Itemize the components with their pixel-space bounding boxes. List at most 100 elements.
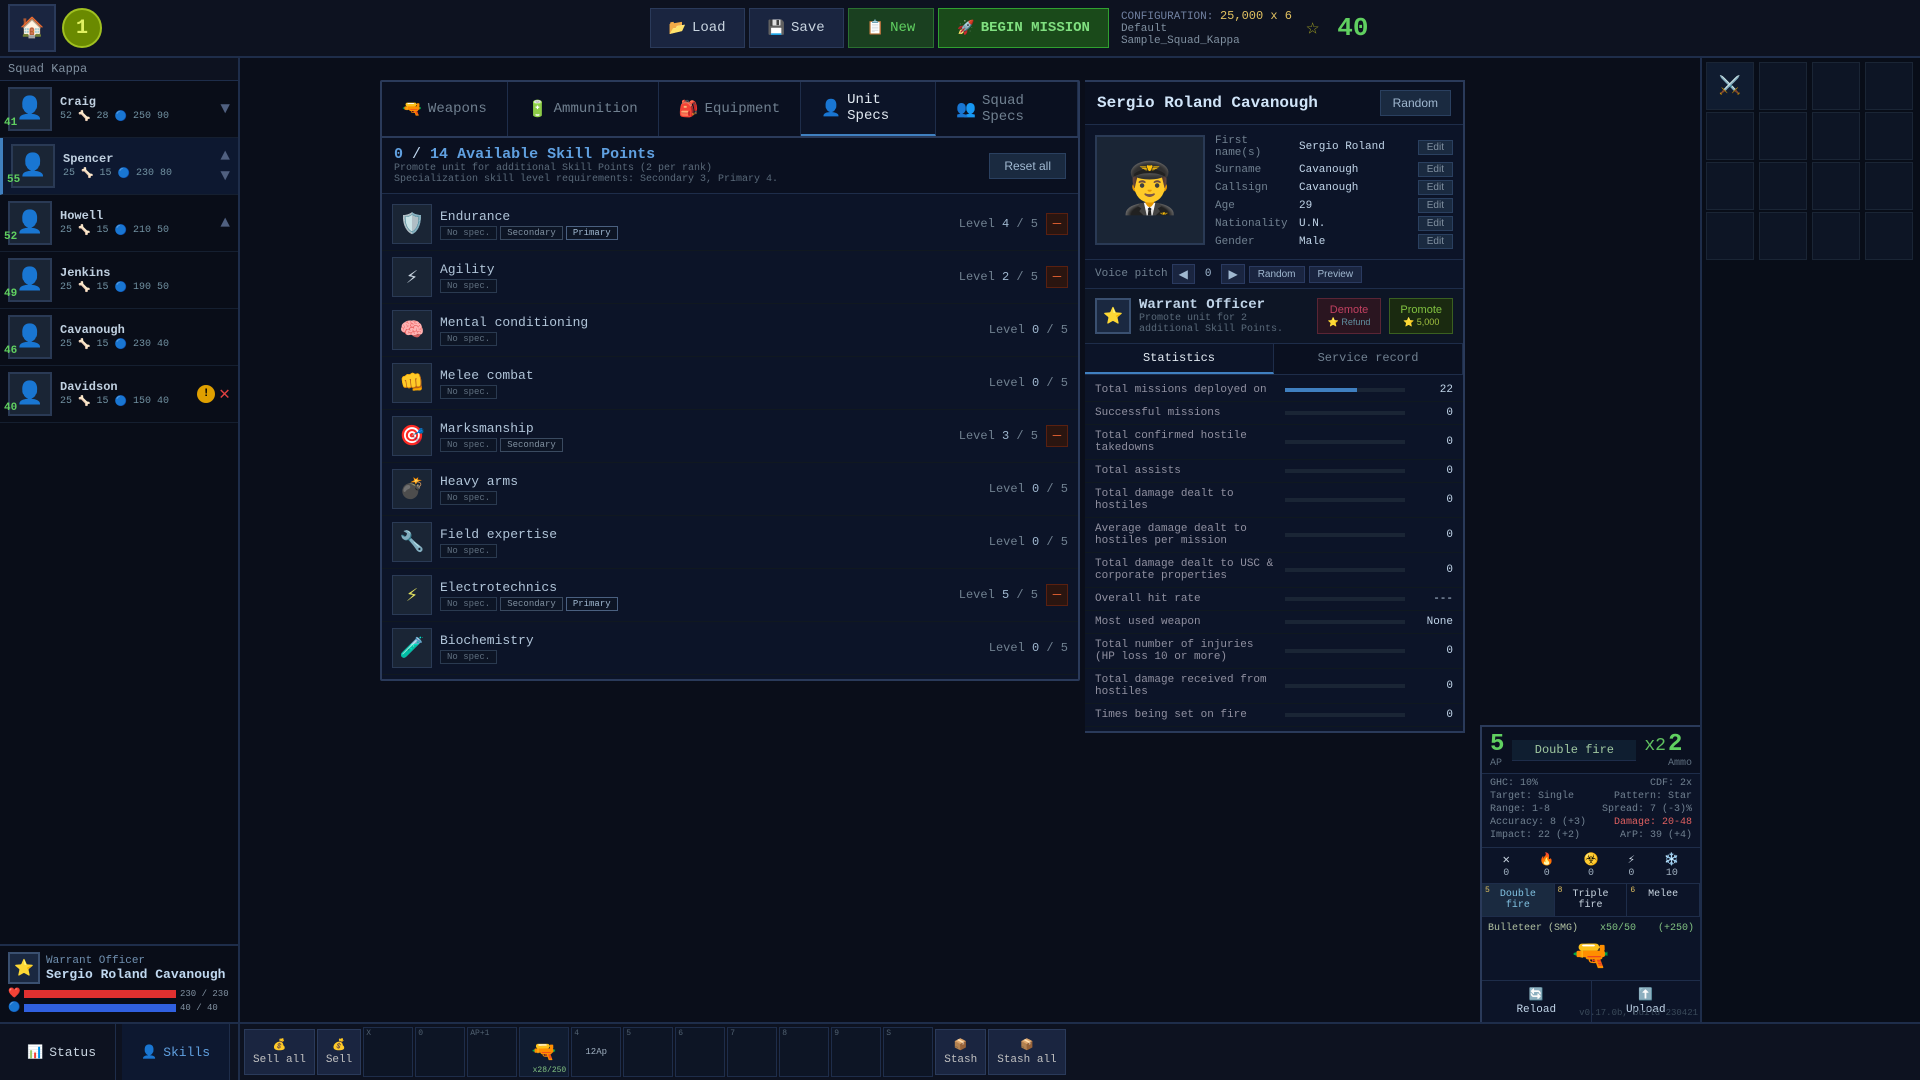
back-icon[interactable]: 🏠 [8,4,56,52]
spencer-up-arrow[interactable]: ▲ [220,147,230,165]
remove-icon[interactable]: ✕ [219,383,230,405]
stash-slot-3[interactable] [1865,62,1913,110]
stash-slot-11[interactable] [1865,162,1913,210]
tab-squad-specs[interactable]: 👥 Squad Specs [936,82,1078,136]
squad-label: Squad Kappa [0,58,238,81]
inventory-bar: 💰 Sell all 💰 Sell X 0 AP+1 🔫 x28/250 4 1… [240,1024,1920,1080]
stash-slot-13[interactable] [1759,212,1807,260]
fire-mode-triple[interactable]: 8 Triple fire [1555,884,1628,916]
squad-member-spencer[interactable]: 👤 Spencer 25 🦴 15 🔵 230 80 55 ▲ ▼ [0,138,238,195]
stash-slot-12[interactable] [1706,212,1754,260]
inv-slot-6[interactable]: 6 [675,1027,725,1077]
edit-gender-button[interactable]: Edit [1418,234,1453,249]
stash-slot-15[interactable] [1865,212,1913,260]
unit-bars: ❤️ 230 / 230 🔵 40 / 40 [8,988,230,1014]
skills-nav-button[interactable]: 👤 Skills [122,1024,230,1080]
electrotechnics-minus-button[interactable]: — [1046,584,1068,606]
stats-row-hit-rate: Overall hit rate --- [1085,588,1463,611]
random-button[interactable]: Random [1380,90,1451,116]
begin-mission-button[interactable]: 🚀 BEGIN MISSION [938,8,1109,48]
promote-button[interactable]: Promote ⭐ 5,000 [1389,298,1453,334]
tab-ammunition[interactable]: 🔋 Ammunition [508,82,659,136]
edit-firstname-button[interactable]: Edit [1418,140,1453,155]
demote-button[interactable]: Demote ⭐ Refund [1317,298,1382,334]
heavy-arms-icon: 💣 [392,469,432,509]
reload-button[interactable]: 🔄 Reload [1482,981,1592,1022]
skill-row-electrotechnics: ⚡ Electrotechnics No spec. Secondary Pri… [382,569,1078,622]
howell-arrows[interactable]: ▲ [220,214,230,232]
agility-minus-button[interactable]: — [1046,266,1068,288]
squad-member-craig[interactable]: 👤 Craig 52 🦴 28 🔵 250 90 41 ▼ [0,81,238,138]
edit-nationality-button[interactable]: Edit [1418,216,1453,231]
edit-age-button[interactable]: Edit [1418,198,1453,213]
inv-slot-1[interactable]: 0 [415,1027,465,1077]
voice-prev-button[interactable]: ◀ [1172,264,1195,284]
reset-all-button[interactable]: Reset all [989,153,1066,179]
voice-preview-button[interactable]: Preview [1309,266,1363,283]
ws-header: 5 AP Double fire x2 2 Ammo [1482,727,1700,774]
stash-slot-10[interactable] [1812,162,1860,210]
tab-unit-specs[interactable]: 👤 Unit Specs [801,82,936,136]
edit-callsign-button[interactable]: Edit [1418,180,1453,195]
inv-slot-9[interactable]: 9 [831,1027,881,1077]
stash-slot-6[interactable] [1812,112,1860,160]
inv-slot-3[interactable]: 🔫 x28/250 [519,1027,569,1077]
stash-slot-0[interactable]: ⚔️ [1706,62,1754,110]
char-field-nationality: Nationality U.N. Edit [1215,216,1453,231]
tab-statistics[interactable]: Statistics [1085,344,1274,374]
stash-slot-8[interactable] [1706,162,1754,210]
stash-slot-4[interactable] [1706,112,1754,160]
fire-mode-double[interactable]: 5 Double fire [1482,884,1555,916]
endurance-minus-button[interactable]: — [1046,213,1068,235]
save-button[interactable]: 💾 Save [749,8,844,48]
squad-panel: Squad Kappa 👤 Craig 52 🦴 28 🔵 250 90 41 … [0,58,240,1022]
tab-weapons[interactable]: 🔫 Weapons [382,82,508,136]
marksmanship-minus-button[interactable]: — [1046,425,1068,447]
stash-slot-7[interactable] [1865,112,1913,160]
weapon-ammo-list: Bulleteer (SMG) x50/50 (+250) 🔫 [1482,916,1700,980]
inv-slot-2[interactable]: AP+1 [467,1027,517,1077]
voice-random-button[interactable]: Random [1249,266,1305,283]
new-button[interactable]: 📋 New [848,8,935,48]
favorite-button[interactable]: ☆ [1296,15,1329,41]
inv-slot-7[interactable]: 7 [727,1027,777,1077]
fire-mode-melee[interactable]: 6 Melee [1627,884,1700,916]
inv-slot-8[interactable]: 8 [779,1027,829,1077]
sell-inv-button[interactable]: 💰 Sell [317,1029,361,1075]
squad-member-davidson[interactable]: 👤 Davidson 25 🦴 15 🔵 150 40 40 ! ✕ [0,366,238,423]
stash-slot-14[interactable] [1812,212,1860,260]
inv-slot-0[interactable]: X [363,1027,413,1077]
craig-arrows[interactable]: ▼ [220,100,230,118]
squad-member-howell[interactable]: 👤 Howell 25 🦴 15 🔵 210 50 52 ▲ [0,195,238,252]
stash-slot-1[interactable] [1759,62,1807,110]
mission-icon: 🚀 [957,20,974,37]
rank-icon: ⭐ [1095,298,1131,334]
stash-slot-5[interactable] [1759,112,1807,160]
status-nav-button[interactable]: 📊 Status [8,1024,116,1080]
bio-res-icon: ☣️ [1584,852,1599,867]
spencer-down-arrow[interactable]: ▼ [220,167,230,185]
inv-slot-4[interactable]: 4 12Ap [571,1027,621,1077]
stash-all-button[interactable]: 📦 Stash all [988,1029,1065,1075]
inv-slot-5[interactable]: 5 [623,1027,673,1077]
stash-weapon-icon: ⚔️ [1719,75,1741,97]
tab-service-record[interactable]: Service record [1274,344,1463,374]
stash-slot-2[interactable] [1812,62,1860,110]
sell-all-inv-icon: 💰 [273,1038,287,1052]
squad-member-cavanough[interactable]: 👤 Cavanough 25 🦴 15 🔵 230 40 46 [0,309,238,366]
squad-member-jenkins[interactable]: 👤 Jenkins 25 🦴 15 🔵 190 50 49 [0,252,238,309]
edit-surname-button[interactable]: Edit [1418,162,1453,177]
inv-slot-10[interactable]: S [883,1027,933,1077]
spencer-arrows[interactable]: ▲ ▼ [220,147,230,185]
sell-all-inv-button[interactable]: 💰 Sell all [244,1029,315,1075]
load-button[interactable]: 📂 Load [650,8,745,48]
stash-slot-9[interactable] [1759,162,1807,210]
howell-up-arrow[interactable]: ▲ [220,214,230,232]
tab-equipment[interactable]: 🎒 Equipment [659,82,802,136]
craig-down-arrow[interactable]: ▼ [220,100,230,118]
skill-list: 🛡️ Endurance No spec. Secondary Primary … [382,194,1078,679]
rank-area: ⭐ Warrant Officer Promote unit for 2 add… [1085,289,1463,344]
skill-row-field-expertise: 🔧 Field expertise No spec. Level 0 / 5 [382,516,1078,569]
stash-button[interactable]: 📦 Stash [935,1029,986,1075]
voice-next-button[interactable]: ▶ [1221,264,1244,284]
